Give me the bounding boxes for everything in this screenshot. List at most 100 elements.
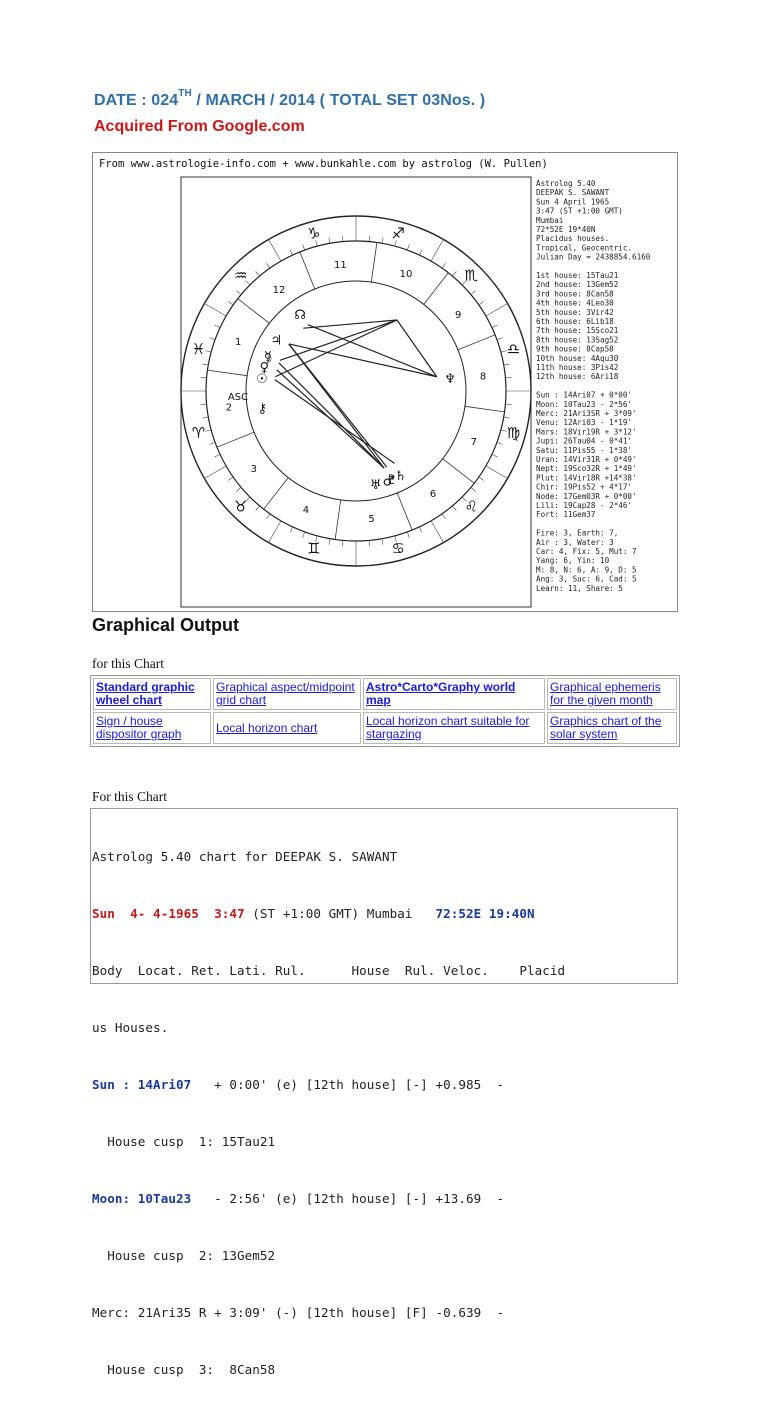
tick-mark (289, 249, 293, 256)
house-number: 2 (226, 403, 232, 414)
text-line: House cusp 2: 13Gem52 (92, 1248, 276, 1263)
chart-info-line: Uran: 14Vir31R + 0*49' (536, 455, 637, 464)
table-row: Sign / house dispositor graph Local hori… (93, 712, 677, 744)
house-number: 9 (455, 310, 461, 321)
aspect-line (288, 343, 385, 469)
astrocartography-link[interactable]: Astro*Carto*Graphy world map (366, 680, 515, 707)
house-cusp (442, 458, 475, 484)
chart-info-line: 11th house: 3Pis42 (536, 363, 618, 372)
chart-info-line: Merc: 21Ari3SR + 3*09' (536, 409, 637, 418)
house-cusp (464, 405, 505, 413)
tick-mark (452, 505, 457, 511)
chart-info-line: Air : 3, Water: 3 (536, 538, 614, 547)
text-line: Merc: 21Ari35 R + 3:09' (-) [12th house]… (92, 1305, 505, 1320)
zodiac-sign-icon: ♍ (507, 424, 520, 442)
standard-wheel-link[interactable]: Standard graphic wheel chart (96, 680, 195, 707)
dispositor-graph-link[interactable]: Sign / house dispositor graph (96, 714, 181, 741)
chart-info-line: Fort: 11Gem37 (536, 510, 595, 519)
tick-mark (381, 538, 384, 545)
tick-mark (228, 301, 234, 306)
planet-icon: ☊ (294, 308, 306, 323)
table-row: Standard graphic wheel chart Graphical a… (93, 678, 677, 710)
chart-info-line: Car: 4, Fix: 5, Mut: 7 (536, 547, 637, 556)
chart-info-line: Ang: 3, Suc: 6, Cad: 5 (536, 575, 637, 584)
chart-info-line: 3rd house: 8Can58 (536, 289, 614, 298)
tick-mark (485, 303, 508, 317)
stargazing-horizon-link[interactable]: Local horizon chart suitable for stargaz… (366, 714, 529, 741)
text-line: Sun 4- 4-1965 3:47 (ST +1:00 GMT) Mumbai… (92, 906, 535, 921)
astrology-chart-image: From www.astrologie-info.com + www.bunka… (92, 152, 678, 612)
tick-mark (470, 487, 476, 492)
chart-info-line: Fire: 3, Earth: 7, (536, 529, 618, 538)
house-number: 7 (471, 437, 477, 448)
tick-mark (266, 263, 271, 269)
house-cusp (299, 251, 316, 290)
solar-system-link[interactable]: Graphics chart of the solar system (550, 714, 661, 741)
aspect-line (276, 369, 385, 469)
local-horizon-link[interactable]: Local horizon chart (216, 721, 317, 735)
tick-mark (407, 531, 410, 538)
tick-mark (255, 505, 260, 511)
chart-info-line: 72*52E 19*40N (536, 225, 596, 234)
planet-icon: ♀ (259, 360, 269, 375)
tick-mark (496, 442, 503, 445)
chart-info-line: 2nd house: 13Gem52 (536, 280, 618, 289)
chart-info-line: Chir: 19Pis52 + 4*17' (536, 483, 632, 492)
tick-mark (302, 531, 305, 538)
zodiac-sign-icon: ♑ (307, 225, 320, 243)
chart-info-line: Satu: 11Pis55 - 1*38' (536, 446, 632, 455)
tick-mark (202, 363, 209, 366)
tick-mark (342, 235, 344, 242)
chart-info-line: Venu: 12Ari03 - 1*19' (536, 418, 632, 427)
planet-icon: ⚷ (258, 401, 268, 416)
graphical-output-title: Graphical Output (92, 615, 240, 635)
zodiac-sign-icon: ♐ (391, 225, 404, 243)
aspect-line (278, 362, 385, 469)
chart-info-line: 7th house: 15Sco21 (536, 326, 619, 335)
tick-mark (503, 363, 510, 366)
house-cusp (423, 272, 449, 305)
house-cusp (263, 477, 289, 510)
zodiac-sign-icon: ♎ (507, 340, 520, 358)
date-heading: DATE : 024TH / MARCH / 2014 ( TOTAL SET … (94, 88, 486, 109)
chart-info-line: Astrolog 5.40 (536, 179, 596, 188)
text-line: House cusp 1: 15Tau21 (92, 1134, 276, 1149)
zodiac-sign-icon: ♋ (391, 539, 404, 557)
tick-mark (430, 520, 444, 543)
tick-mark (491, 454, 498, 458)
ephemeris-link[interactable]: Graphical ephemeris for the given month (550, 680, 661, 707)
planet-icon: ♆ (444, 372, 456, 387)
zodiac-sign-icon: ♊ (307, 539, 320, 557)
ascendant-label: ASC (228, 392, 248, 403)
aspect-grid-link[interactable]: Graphical aspect/midpoint grid chart (216, 680, 355, 707)
tick-mark (430, 239, 444, 262)
house-number: 1 (235, 337, 241, 348)
tick-mark (441, 263, 446, 269)
text-line: Sun : 14Ari07 + 0:00' (e) [12th house] [… (92, 1077, 505, 1092)
tick-mark (214, 324, 221, 328)
chart-caption: From www.astrologie-info.com + www.bunka… (99, 158, 548, 170)
zodiac-sign-icon: ♉ (234, 497, 247, 515)
house-cusp (216, 431, 255, 448)
house-number: 3 (251, 464, 257, 475)
tick-mark (342, 540, 344, 547)
chart-info-line: 12th house: 6Ari18 (536, 372, 619, 381)
chart-info-line: 1st house: 15Tau21 (536, 271, 619, 280)
chart-info-line: 5th house: 3Vir42 (536, 308, 614, 317)
aspect-line (274, 379, 395, 464)
tick-mark (503, 416, 510, 419)
tick-mark (268, 520, 282, 543)
chart-info-line: 8th house: 13Sag52 (536, 335, 618, 344)
chart-info-line: Jupi: 26Tau04 - 0*41' (536, 437, 632, 446)
tick-mark (236, 290, 242, 295)
chart-info-line: Nept: 19Sco32R + 1*49' (536, 464, 637, 473)
chart-info-line: Learn: 11, Share: 5 (536, 584, 623, 593)
house-number: 6 (430, 489, 436, 500)
house-cusp (457, 334, 496, 351)
tick-mark (204, 303, 227, 317)
chart-info-line: Yang: 6, Yin: 10 (536, 556, 610, 565)
tick-mark (478, 301, 484, 306)
planet-icon: ♇ (386, 473, 398, 488)
text-line: us Houses. (92, 1020, 169, 1035)
tick-mark (419, 526, 423, 533)
